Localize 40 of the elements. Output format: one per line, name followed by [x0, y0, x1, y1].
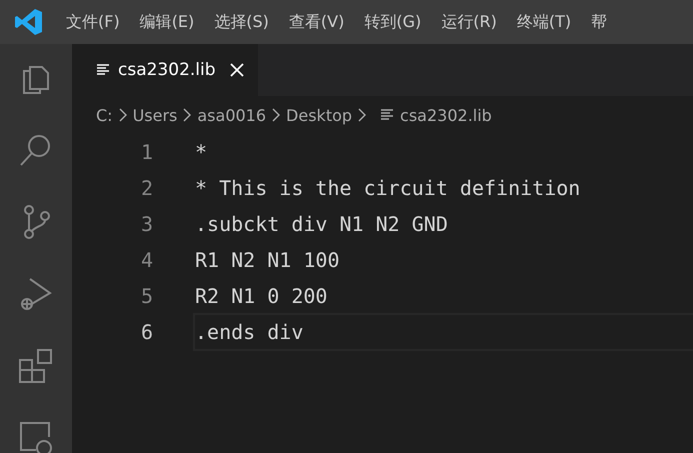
- remote-icon[interactable]: [18, 420, 54, 453]
- menu-item[interactable]: 查看(V): [278, 12, 354, 32]
- text-file-icon: [96, 64, 110, 76]
- code-line: .ends div: [193, 313, 693, 351]
- menu-item[interactable]: 文件(F): [56, 12, 130, 32]
- line-number: 5: [140, 284, 154, 308]
- menu-item[interactable]: 帮: [581, 12, 618, 32]
- menu-item[interactable]: 编辑(E): [130, 12, 204, 32]
- bug-play-icon[interactable]: [18, 276, 54, 312]
- app-logo-icon: [14, 7, 44, 37]
- code-line: *: [194, 139, 208, 166]
- code-line: R1 N2 N1 100: [194, 247, 340, 274]
- tab-label: csa2302.lib: [118, 60, 216, 80]
- breadcrumb-item[interactable]: Desktop: [286, 106, 352, 124]
- breadcrumb-item[interactable]: C:: [96, 106, 113, 124]
- extensions-icon[interactable]: [18, 348, 54, 384]
- chevron-icon: [272, 108, 280, 122]
- editor-tab[interactable]: csa2302.lib: [72, 44, 258, 96]
- branch-icon[interactable]: [21, 204, 51, 240]
- chevron-icon: [118, 108, 127, 122]
- close-icon[interactable]: [230, 63, 244, 77]
- line-number: 4: [140, 248, 154, 272]
- code-line: .subckt div N1 N2 GND: [194, 211, 449, 238]
- menu-item[interactable]: 运行(R): [431, 12, 507, 32]
- breadcrumb-item[interactable]: asa0016: [197, 106, 266, 124]
- breadcrumb-item[interactable]: csa2302.lib: [400, 106, 492, 124]
- chevron-icon: [358, 108, 366, 122]
- code-line: R2 N1 0 200: [194, 283, 328, 310]
- menu-item[interactable]: 转到(G): [354, 12, 432, 32]
- search-icon[interactable]: [19, 133, 53, 167]
- line-number: 1: [140, 140, 154, 164]
- line-number: 2: [140, 176, 154, 200]
- breadcrumb-item[interactable]: Users: [132, 106, 178, 124]
- menu-item[interactable]: 选择(S): [204, 12, 279, 32]
- menu-item[interactable]: 终端(T): [506, 12, 582, 32]
- text-file-icon: [380, 109, 394, 121]
- code-line: * This is the circuit definition: [194, 175, 582, 202]
- line-number: 6: [140, 320, 154, 344]
- line-number: 3: [140, 212, 154, 236]
- chevron-icon: [183, 108, 192, 122]
